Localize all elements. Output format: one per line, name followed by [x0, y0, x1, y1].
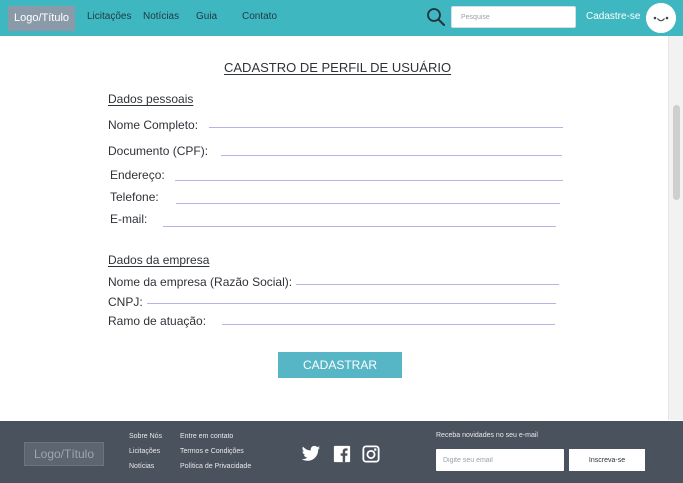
section-title-personal: Dados pessoais: [108, 92, 194, 106]
newsletter-email-input[interactable]: [436, 449, 564, 471]
label-cpf: Documento (CPF):: [108, 144, 209, 158]
input-cnpj[interactable]: [147, 303, 556, 304]
avatar[interactable]: [646, 3, 676, 33]
scrollbar-thumb[interactable]: [673, 105, 680, 200]
page-title: CADASTRO DE PERFIL DE USUÁRIO: [224, 60, 452, 75]
input-razao-social[interactable]: [296, 284, 559, 285]
nav-contato[interactable]: Contato: [242, 11, 277, 22]
footer-link-licitacoes[interactable]: Licitações: [129, 448, 160, 455]
label-razao-social: Nome da empresa (Razão Social):: [108, 275, 293, 289]
facebook-icon[interactable]: [332, 445, 352, 463]
label-telefone: Telefone:: [110, 190, 159, 204]
search-input[interactable]: [451, 6, 576, 28]
nav-licitacoes[interactable]: Licitações: [87, 11, 131, 22]
input-nome-completo[interactable]: [209, 127, 563, 128]
search-icon[interactable]: [426, 7, 446, 27]
twitter-icon[interactable]: [301, 445, 321, 463]
footer-link-contato[interactable]: Entre em contato: [180, 433, 233, 440]
header-logo[interactable]: Logo/Título: [8, 6, 75, 31]
newsletter-label: Receba novidades no seu e-mail: [436, 432, 538, 439]
input-email[interactable]: [163, 226, 556, 227]
footer-link-privacidade[interactable]: Política de Privacidade: [180, 463, 251, 470]
label-cnpj: CNPJ:: [108, 295, 143, 309]
input-endereco[interactable]: [175, 180, 563, 181]
label-endereco: Endereço:: [110, 168, 165, 182]
footer-link-termos[interactable]: Termos e Condições: [180, 448, 244, 455]
label-email: E-mail:: [110, 212, 148, 226]
input-telefone[interactable]: [176, 203, 560, 204]
nav-guia[interactable]: Guia: [196, 11, 217, 22]
instagram-icon[interactable]: [361, 445, 381, 463]
footer-link-noticias[interactable]: Notícias: [129, 463, 154, 470]
section-title-company: Dados da empresa: [108, 253, 210, 267]
footer-logo[interactable]: Logo/Título: [24, 442, 104, 466]
signup-link[interactable]: Cadastre-se: [586, 11, 640, 22]
label-nome-completo: Nome Completo:: [108, 118, 199, 132]
input-ramo-atuacao[interactable]: [222, 324, 555, 325]
submit-button[interactable]: CADASTRAR: [278, 352, 402, 378]
label-ramo-atuacao: Ramo de atuação:: [108, 314, 207, 328]
footer-link-sobre[interactable]: Sobre Nós: [129, 433, 162, 440]
subscribe-button[interactable]: Inscreva-se: [569, 449, 645, 471]
scrollbar-track[interactable]: [668, 36, 683, 420]
nav-noticias[interactable]: Notícias: [143, 11, 179, 22]
input-cpf[interactable]: [221, 155, 562, 156]
